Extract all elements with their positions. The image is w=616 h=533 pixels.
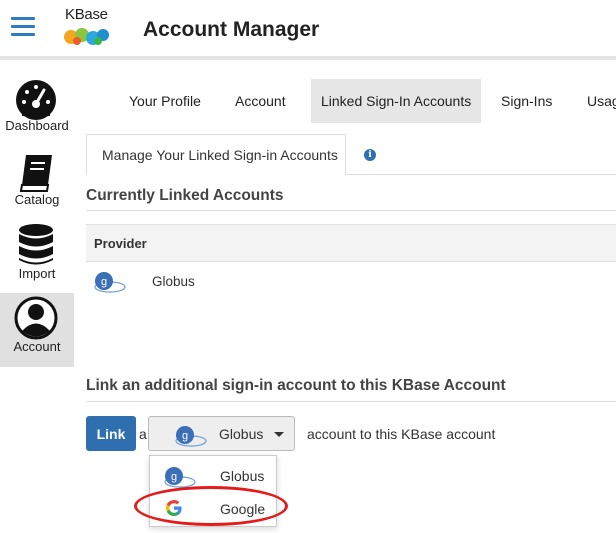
menu-item-google[interactable]: Google: [150, 492, 276, 524]
globus-icon: g: [175, 426, 207, 447]
svg-text:g: g: [182, 430, 188, 442]
link-button[interactable]: Link: [86, 416, 136, 451]
sidebar-item-dashboard[interactable]: Dashboard: [0, 74, 74, 148]
sidebar-item-label: Account: [13, 339, 61, 354]
svg-text:g: g: [101, 276, 107, 288]
tab-account[interactable]: Account: [225, 79, 296, 123]
link-suffix-text: account to this KBase account: [307, 426, 496, 442]
sidebar-item-import[interactable]: Import: [0, 222, 74, 296]
info-icon[interactable]: i: [364, 149, 376, 161]
user-circle-icon: [14, 296, 58, 340]
tab-linked-sign-in-accounts[interactable]: Linked Sign-In Accounts: [311, 79, 482, 123]
linked-accounts-title: Currently Linked Accounts: [86, 187, 284, 204]
provider-dropdown-menu: g Globus Google: [149, 455, 277, 527]
menu-item-label: Google: [220, 501, 266, 517]
svg-text:g: g: [171, 471, 177, 483]
tab-usage[interactable]: Usag: [577, 79, 616, 123]
book-icon: [19, 155, 52, 192]
table-row: g Globus: [86, 263, 616, 301]
kbase-logo[interactable]: KBase: [63, 6, 113, 50]
page-title: Account Manager: [143, 18, 320, 41]
menu-item-label: Globus: [220, 468, 265, 484]
database-icon: [19, 224, 53, 265]
logo-mark: [64, 28, 109, 45]
divider: [86, 210, 616, 211]
google-icon: [166, 500, 182, 516]
dashboard-icon: [16, 80, 56, 120]
sidebar-item-account[interactable]: Account: [0, 293, 74, 367]
menu-item-globus[interactable]: g Globus: [150, 459, 276, 491]
column-provider: Provider: [94, 236, 147, 251]
sidebar: Dashboard Catalog Import Account: [0, 64, 74, 533]
sidebar-item-label: Import: [18, 266, 56, 281]
selected-provider: Globus: [219, 426, 264, 442]
chevron-down-icon: [274, 432, 284, 437]
provider-select[interactable]: g Globus: [148, 416, 295, 451]
subtab-manage-linked[interactable]: Manage Your Linked Sign-in Accounts: [86, 134, 346, 175]
sidebar-item-label: Catalog: [14, 192, 60, 207]
app-header: KBase Account Manager: [0, 0, 616, 60]
table-header: Provider: [86, 224, 616, 262]
tab-sign-ins[interactable]: Sign-Ins: [491, 79, 562, 123]
globus-icon: g: [94, 272, 126, 293]
divider: [86, 401, 616, 402]
globus-icon: g: [164, 467, 196, 488]
sidebar-item-label: Dashboard: [5, 118, 69, 133]
account-tabs: Your Profile Account Linked Sign-In Acco…: [110, 79, 616, 123]
tab-your-profile[interactable]: Your Profile: [119, 79, 211, 123]
sidebar-item-catalog[interactable]: Catalog: [0, 148, 74, 222]
logo-text: KBase: [65, 6, 108, 23]
provider-name: Globus: [152, 274, 195, 289]
link-section-title: Link an additional sign-in account to th…: [86, 377, 506, 394]
hamburger-icon[interactable]: [11, 17, 35, 37]
link-article: a: [139, 426, 147, 442]
